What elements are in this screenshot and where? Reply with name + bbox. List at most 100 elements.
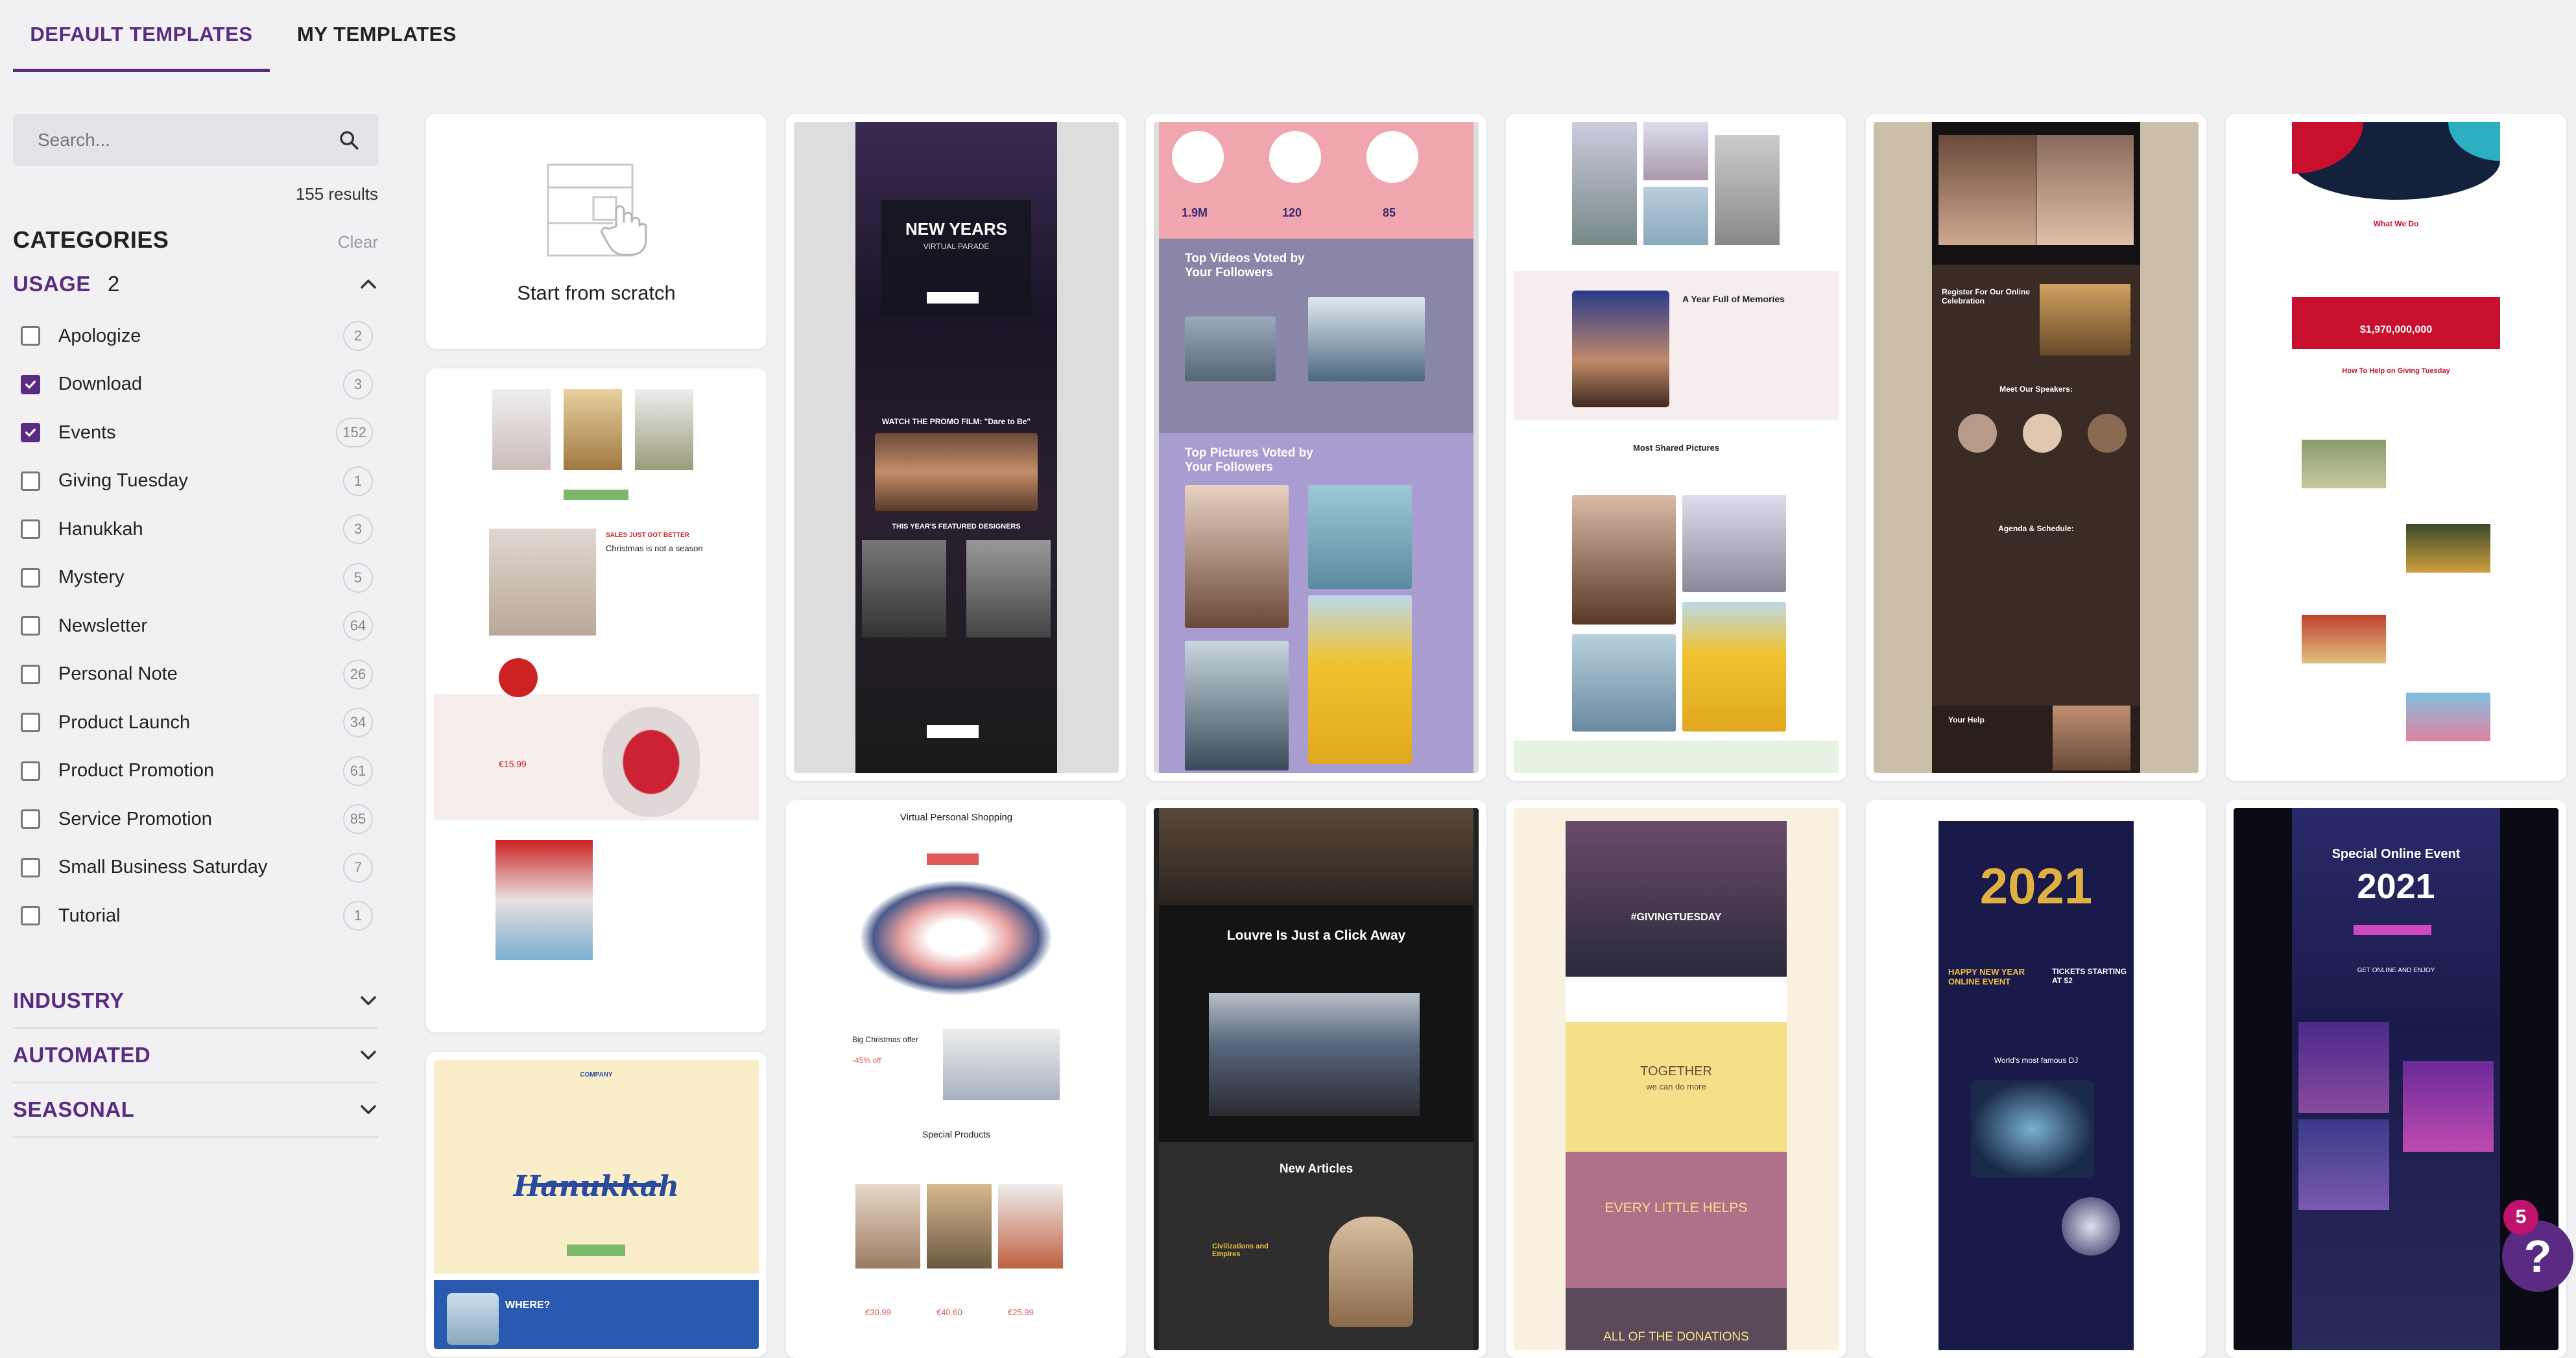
social-stat-1: 1.9M: [1182, 206, 1208, 219]
help-icon: ?: [2523, 1231, 2552, 1281]
template-card-hanukkah[interactable]: COMPANY Hanukkah WHERE?: [426, 1052, 767, 1357]
template-card-new-years[interactable]: NEW YEARS VIRTUAL PARADE WATCH THE PROMO…: [786, 114, 1127, 781]
usage-filter-newsletter[interactable]: Newsletter 64: [13, 602, 378, 650]
checkbox[interactable]: [21, 471, 40, 491]
filter-group-title: SEASONAL: [13, 1097, 135, 1121]
giving-tuesday-together: TOGETHER: [1640, 1064, 1712, 1078]
filter-count-badge: 1: [343, 466, 373, 496]
usage-group-header[interactable]: USAGE 2: [13, 268, 378, 300]
search-box: [13, 114, 378, 166]
usage-filter-product-launch[interactable]: Product Launch 34: [13, 698, 378, 747]
checkbox[interactable]: [21, 664, 40, 684]
filter-label: Events: [58, 422, 116, 443]
party-event: HAPPY NEW YEAR ONLINE EVENT: [1948, 967, 2025, 986]
template-card-giving[interactable]: What We Do $1,970,000,000 How To Help on…: [2226, 114, 2566, 781]
filter-sidebar: 155 results CATEGORIES Clear USAGE 2 Apo…: [13, 114, 378, 1138]
louvre-title: Louvre Is Just a Click Away: [1226, 928, 1406, 943]
help-notification-badge: 5: [2503, 1200, 2538, 1235]
filter-label: Apologize: [58, 325, 141, 346]
usage-filter-tutorial[interactable]: Tutorial 1: [13, 892, 378, 940]
search-icon[interactable]: [338, 129, 360, 151]
checkbox[interactable]: [21, 326, 40, 346]
template-card-memories[interactable]: A Year Full of Memories Most Shared Pict…: [1506, 114, 1846, 781]
template-thumbnail: 1.9M 120 85 Top Videos Voted by Your Fol…: [1154, 122, 1479, 773]
filter-label: Mystery: [58, 567, 125, 588]
filter-count-badge: 3: [343, 369, 373, 399]
usage-filter-small-business-saturday[interactable]: Small Business Saturday 7: [13, 844, 378, 892]
checkbox[interactable]: [21, 616, 40, 636]
blank-template-icon: [547, 163, 647, 257]
checkbox[interactable]: [21, 906, 40, 926]
usage-filter-apologize[interactable]: Apologize 2: [13, 312, 378, 361]
results-count: 155 results: [295, 184, 378, 204]
start-from-scratch-card[interactable]: Start from scratch: [426, 114, 767, 349]
checkbox[interactable]: [21, 857, 40, 877]
template-card-louvre[interactable]: Louvre Is Just a Click Away New Articles…: [1146, 800, 1486, 1358]
shopping-products: Special Products: [922, 1129, 991, 1139]
template-card-online-celebration[interactable]: Register For Our Online Celebration Meet…: [1866, 114, 2206, 781]
usage-filter-download[interactable]: Download 3: [13, 361, 378, 409]
template-thumbnail: NEW YEARS VIRTUAL PARADE WATCH THE PROMO…: [794, 122, 1119, 773]
kids-price: €15.99: [499, 759, 527, 769]
checkbox[interactable]: [21, 423, 40, 443]
shopping-price-2: €40.60: [936, 1307, 962, 1317]
filter-group-industry[interactable]: INDUSTRY: [13, 974, 378, 1029]
clear-filters-link[interactable]: Clear: [338, 232, 378, 252]
giving-tuesday-donations: ALL OF THE DONATIONS: [1603, 1330, 1749, 1344]
checkbox[interactable]: [21, 519, 40, 540]
giving-howto: How To Help on Giving Tuesday: [2342, 367, 2450, 375]
checkbox[interactable]: [21, 567, 40, 588]
tab-default-templates[interactable]: DEFAULT TEMPLATES: [13, 0, 270, 72]
hanukkah-title: Hanukkah: [513, 1170, 680, 1203]
filter-label: Product Promotion: [58, 760, 215, 781]
shopping-price-3: €25.99: [1008, 1307, 1034, 1317]
filter-label: Personal Note: [58, 663, 178, 685]
usage-filter-events[interactable]: Events 152: [13, 409, 378, 457]
memories-title: A Year Full of Memories: [1682, 294, 1785, 304]
template-card-social[interactable]: 1.9M 120 85 Top Videos Voted by Your Fol…: [1146, 114, 1486, 781]
filter-count-badge: 1: [343, 901, 373, 931]
online-event-sub: GET ONLINE AND ENJOY: [2357, 967, 2435, 974]
social-section-videos: Top Videos Voted by Your Followers: [1185, 252, 1305, 280]
template-thumbnail: Louvre Is Just a Click Away New Articles…: [1154, 808, 1479, 1350]
template-card-shopping[interactable]: Virtual Personal Shopping Big Christmas …: [786, 800, 1127, 1358]
checkbox[interactable]: [21, 374, 40, 394]
checkbox[interactable]: [21, 761, 40, 781]
giving-tuesday-helps: EVERY LITTLE HELPS: [1604, 1200, 1748, 1215]
template-card-party-2021[interactable]: 2021 HAPPY NEW YEAR ONLINE EVENT TICKETS…: [1866, 800, 2206, 1358]
party-tickets: TICKETS STARTING AT $2: [2052, 967, 2127, 985]
filter-count-badge: 2: [343, 321, 373, 351]
chevron-up-icon[interactable]: [359, 278, 378, 291]
chevron-down-icon[interactable]: [359, 1103, 378, 1116]
filter-label: Service Promotion: [58, 808, 212, 829]
filter-group-automated[interactable]: AUTOMATED: [13, 1029, 378, 1083]
chevron-down-icon[interactable]: [359, 994, 378, 1007]
filter-count-badge: 61: [343, 756, 373, 786]
checkbox[interactable]: [21, 809, 40, 829]
social-section-pictures: Top Pictures Voted by Your Followers: [1185, 446, 1313, 474]
tab-my-templates[interactable]: MY TEMPLATES: [272, 0, 481, 72]
chevron-down-icon[interactable]: [359, 1049, 378, 1062]
usage-filter-product-promotion[interactable]: Product Promotion 61: [13, 747, 378, 796]
party-dj: World's most famous DJ: [1994, 1056, 2079, 1065]
usage-filter-hanukkah[interactable]: Hanukkah 3: [13, 505, 378, 554]
search-input[interactable]: [36, 129, 338, 151]
usage-filter-giving-tuesday[interactable]: Giving Tuesday 1: [13, 457, 378, 506]
checkbox[interactable]: [21, 713, 40, 733]
filter-count-badge: 85: [343, 804, 373, 835]
filter-count-badge: 152: [336, 418, 373, 448]
template-card-kids-christmas[interactable]: SALES JUST GOT BETTER Christmas is not a…: [426, 368, 767, 1032]
celebration-agenda: Agenda & Schedule:: [1998, 524, 2074, 533]
template-thumbnail: What We Do $1,970,000,000 How To Help on…: [2234, 122, 2558, 773]
template-thumbnail: Virtual Personal Shopping Big Christmas …: [794, 808, 1119, 1350]
template-card-giving-tuesday[interactable]: #GIVINGTUESDAY TOGETHER we can do more E…: [1506, 800, 1846, 1358]
shopping-discount: -45% off: [852, 1056, 881, 1065]
usage-filter-mystery[interactable]: Mystery 5: [13, 554, 378, 602]
template-thumbnail: SALES JUST GOT BETTER Christmas is not a…: [434, 376, 759, 1025]
usage-filter-service-promotion[interactable]: Service Promotion 85: [13, 795, 378, 844]
filter-count-badge: 26: [343, 659, 373, 689]
usage-filter-personal-note[interactable]: Personal Note 26: [13, 650, 378, 699]
online-event-year: 2021: [2357, 867, 2435, 906]
social-stat-3: 85: [1383, 206, 1396, 219]
filter-group-seasonal[interactable]: SEASONAL: [13, 1083, 378, 1138]
